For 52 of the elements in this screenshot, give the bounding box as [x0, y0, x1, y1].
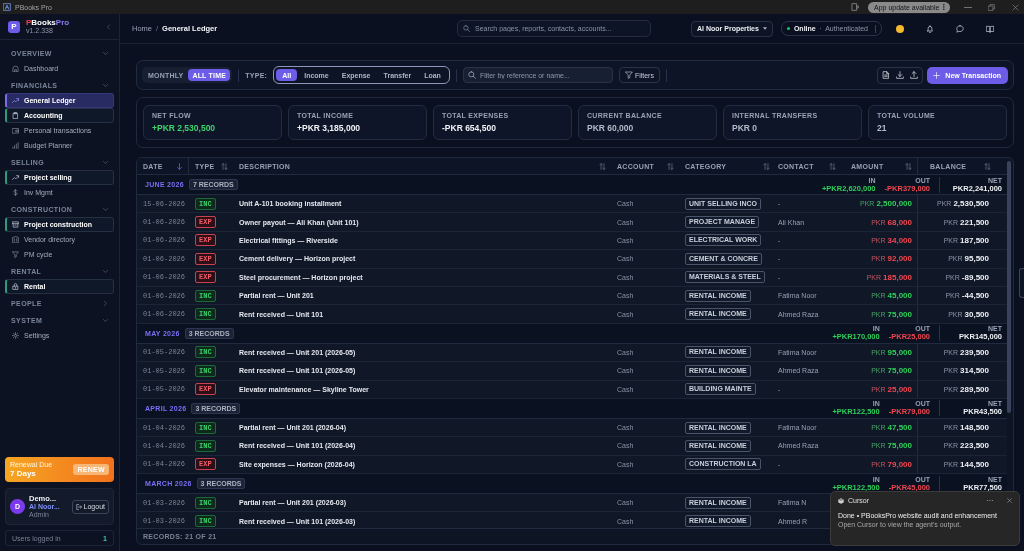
scrollbar-thumb[interactable] — [1007, 161, 1011, 413]
building-icon — [12, 236, 19, 243]
stat-value: PKR 0 — [732, 123, 759, 133]
sort-arrows-icon[interactable] — [599, 162, 606, 170]
trend-line-icon — [12, 97, 19, 104]
sort-arrows-icon[interactable] — [763, 162, 770, 170]
document-icon[interactable] — [882, 71, 891, 79]
search-icon — [467, 71, 476, 79]
sort-arrow-icon[interactable] — [176, 162, 183, 170]
funnel-icon — [624, 71, 633, 79]
dome-icon — [12, 65, 19, 72]
book-icon[interactable] — [986, 24, 994, 33]
archive-box-icon — [12, 221, 19, 228]
more-icon[interactable] — [987, 499, 993, 502]
sort-arrows-icon[interactable] — [667, 162, 674, 170]
renewal-days: 7 Days — [10, 468, 74, 479]
minimize-icon[interactable] — [964, 6, 972, 8]
app-logo-icon — [3, 3, 11, 11]
chat-bubble-icon[interactable] — [956, 24, 964, 33]
caret-down-icon — [762, 27, 767, 30]
clipboard-icon — [12, 112, 19, 119]
trend-line-icon — [12, 174, 19, 181]
dollar-icon — [12, 189, 19, 196]
close-icon[interactable] — [1012, 3, 1019, 11]
settings-icon — [12, 332, 19, 339]
sort-arrows-icon[interactable] — [221, 162, 228, 170]
sort-arrows-icon[interactable] — [984, 162, 991, 170]
plus-icon — [933, 71, 941, 79]
lock-icon — [12, 283, 19, 290]
close-icon[interactable] — [1007, 498, 1012, 503]
tablet-icon[interactable] — [851, 3, 859, 11]
restore-icon[interactable] — [988, 3, 995, 11]
sort-arrows-icon[interactable] — [905, 162, 912, 170]
upload-icon[interactable] — [910, 71, 919, 79]
stat-value: 21 — [877, 123, 888, 133]
stat-value: +PKR 2,530,500 — [152, 123, 217, 133]
bar-chart-icon — [12, 142, 19, 149]
search-icon — [463, 25, 471, 32]
download-icon[interactable] — [896, 71, 905, 79]
side-panel-tab[interactable] — [1019, 268, 1024, 298]
cube-icon — [838, 497, 844, 504]
logout-icon — [75, 503, 82, 510]
bell-icon[interactable] — [926, 24, 934, 33]
sun-icon[interactable] — [896, 24, 904, 33]
app-logo: P — [8, 20, 20, 33]
stat-value: +PKR 3,185,000 — [297, 123, 362, 133]
brand-name: PBooksPro — [26, 18, 70, 27]
wallet-icon — [12, 127, 19, 134]
stat-value: PKR 60,000 — [587, 123, 635, 133]
stat-value: -PKR 654,500 — [442, 123, 497, 133]
sort-arrows-icon[interactable] — [829, 162, 836, 170]
funnel-icon — [12, 251, 19, 258]
